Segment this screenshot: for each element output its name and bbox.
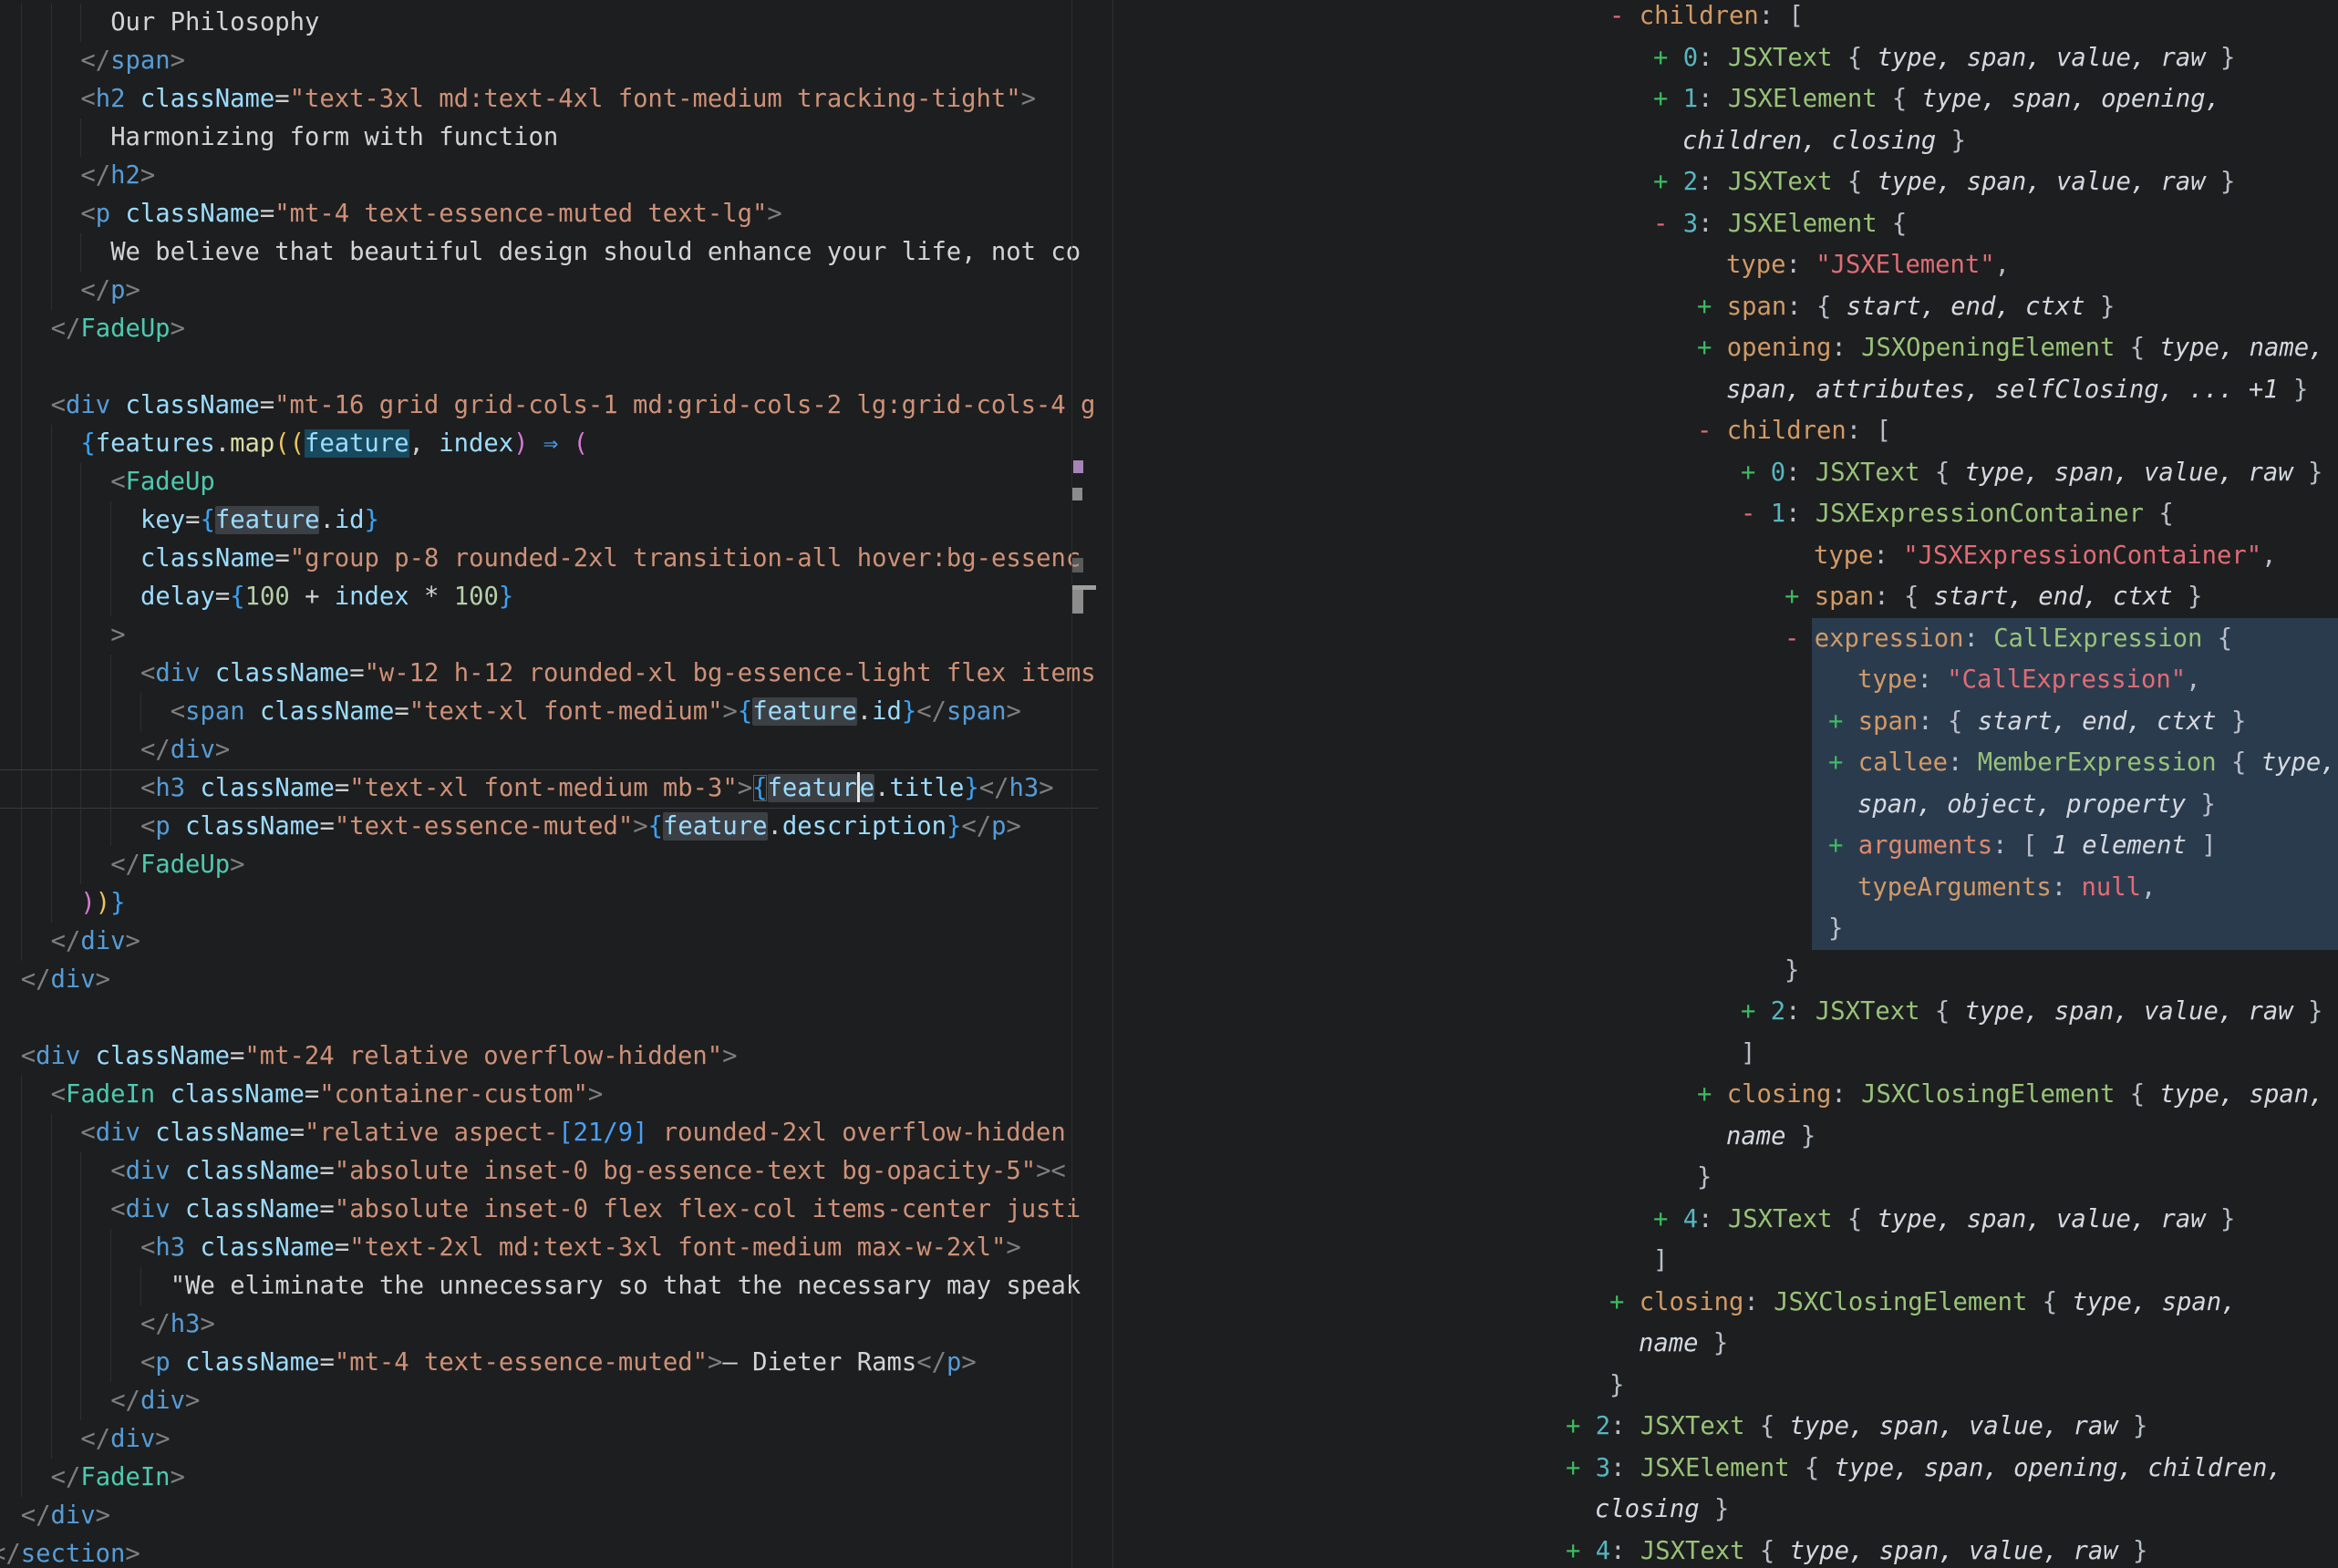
ast-row[interactable]: ] — [1653, 1240, 1668, 1282]
scrollbar-mark — [1072, 558, 1083, 573]
ast-pane[interactable]: - children: [+ 0: JSXText { type, span, … — [0, 0, 2338, 1568]
scrollbar-mark — [1072, 590, 1083, 614]
expand-icon[interactable]: + — [1697, 334, 1727, 362]
ast-row[interactable]: - 1: JSXExpressionContainer { — [1741, 493, 2174, 535]
ast-row[interactable]: + closing: JSXClosingElement { type, spa… — [1609, 1282, 2237, 1324]
ast-row[interactable]: } — [1828, 908, 1843, 950]
ast-row[interactable]: + span: { start, end, ctxt } — [1785, 576, 2202, 618]
ast-row[interactable]: span, attributes, selfClosing, ... +1 } — [1726, 369, 2308, 411]
collapse-icon[interactable]: - — [1697, 417, 1727, 445]
ast-row[interactable]: closing } — [1595, 1489, 1729, 1531]
ast-row[interactable]: + opening: JSXOpeningElement { type, nam… — [1697, 327, 2324, 369]
collapse-icon[interactable]: - — [1741, 500, 1771, 528]
ast-row[interactable]: span, object, property } — [1857, 784, 2216, 826]
ast-row[interactable]: + 4: JSXText { type, span, value, raw } — [1566, 1531, 2147, 1568]
expand-icon[interactable]: + — [1653, 168, 1683, 196]
collapse-icon[interactable]: - — [1653, 210, 1683, 238]
ast-row[interactable]: + 0: JSXText { type, span, value, raw } — [1741, 452, 2322, 494]
ast-row[interactable]: ] — [1741, 1033, 1755, 1075]
expand-icon[interactable]: + — [1566, 1537, 1596, 1565]
ast-row[interactable]: } — [1785, 950, 1799, 992]
ast-row[interactable]: + 0: JSXText { type, span, value, raw } — [1653, 37, 2235, 79]
ast-row[interactable]: - 3: JSXElement { — [1653, 203, 1907, 245]
ast-row[interactable]: typeArguments: null, — [1857, 867, 2156, 909]
ast-row[interactable]: + span: { start, end, ctxt } — [1697, 286, 2115, 328]
scrollbar-track-edge[interactable] — [1071, 0, 1072, 1568]
pane-divider[interactable] — [1112, 0, 1113, 1568]
ast-row[interactable]: - expression: CallExpression { — [1785, 618, 2232, 660]
ast-row[interactable]: + arguments: [ 1 element ] — [1828, 825, 2217, 867]
ast-row[interactable]: type: "JSXExpressionContainer", — [1814, 535, 2276, 577]
collapse-icon[interactable]: - — [1785, 624, 1815, 653]
ast-row[interactable]: + 2: JSXText { type, span, value, raw } — [1653, 161, 2235, 203]
ast-row[interactable]: + 1: JSXElement { type, span, opening, — [1653, 78, 2220, 120]
expand-icon[interactable]: + — [1653, 85, 1683, 113]
ast-row[interactable]: name } — [1639, 1323, 1728, 1365]
ast-row[interactable]: + 4: JSXText { type, span, value, raw } — [1653, 1199, 2235, 1241]
ast-row[interactable]: children, closing } — [1682, 120, 1966, 162]
expand-icon[interactable]: + — [1653, 1205, 1683, 1233]
ast-row[interactable]: + 3: JSXElement { type, span, opening, c… — [1566, 1448, 2282, 1490]
ast-row[interactable]: type: "JSXElement", — [1726, 244, 2010, 286]
ast-row[interactable]: + closing: JSXClosingElement { type, spa… — [1697, 1074, 2324, 1116]
expand-icon[interactable]: + — [1566, 1412, 1596, 1440]
ast-row[interactable]: - children: [ — [1609, 0, 1804, 37]
ast-row[interactable]: type: "CallExpression", — [1857, 659, 2201, 701]
expand-icon[interactable]: + — [1741, 997, 1771, 1026]
expand-icon[interactable]: + — [1828, 748, 1858, 777]
expand-icon[interactable]: + — [1697, 293, 1727, 321]
ast-row[interactable]: } — [1697, 1157, 1712, 1199]
ast-row[interactable]: - children: [ — [1697, 410, 1891, 452]
expand-icon[interactable]: + — [1828, 707, 1858, 736]
expand-icon[interactable]: + — [1828, 831, 1858, 860]
ast-row[interactable]: + callee: MemberExpression { type, — [1828, 742, 2336, 784]
ast-row[interactable]: name } — [1726, 1116, 1816, 1158]
scrollbar-mark — [1073, 460, 1083, 473]
expand-icon[interactable]: + — [1609, 1288, 1640, 1316]
expand-icon[interactable]: + — [1653, 44, 1683, 72]
ast-row[interactable]: + 2: JSXText { type, span, value, raw } — [1741, 991, 2322, 1033]
ast-row[interactable]: + span: { start, end, ctxt } — [1828, 701, 2246, 743]
ast-row[interactable]: + 2: JSXText { type, span, value, raw } — [1566, 1406, 2147, 1448]
expand-icon[interactable]: + — [1741, 459, 1771, 487]
ast-row[interactable]: } — [1609, 1365, 1624, 1407]
expand-icon[interactable]: + — [1697, 1080, 1727, 1109]
scrollbar-mark — [1072, 488, 1082, 500]
expand-icon[interactable]: + — [1785, 583, 1815, 611]
collapse-icon[interactable]: - — [1609, 2, 1640, 30]
expand-icon[interactable]: + — [1566, 1454, 1596, 1482]
